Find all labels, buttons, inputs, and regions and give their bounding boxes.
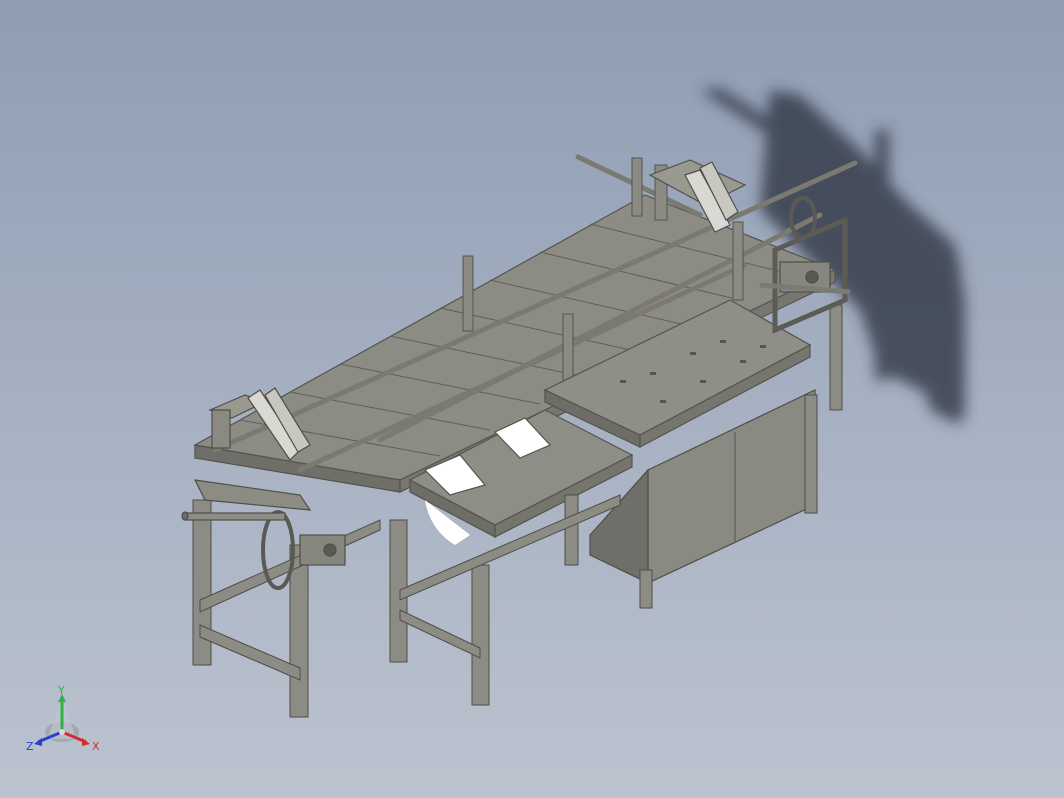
y-axis-label: Y xyxy=(57,684,65,697)
triad-graphic: Y X Z xyxy=(26,684,100,753)
orientation-triad[interactable]: Y X Z xyxy=(26,684,106,754)
graphics-viewport[interactable]: Y X Z xyxy=(0,0,1064,798)
model-view[interactable] xyxy=(0,0,1064,798)
x-axis-label: X xyxy=(92,740,100,753)
z-axis-label: Z xyxy=(26,740,34,753)
